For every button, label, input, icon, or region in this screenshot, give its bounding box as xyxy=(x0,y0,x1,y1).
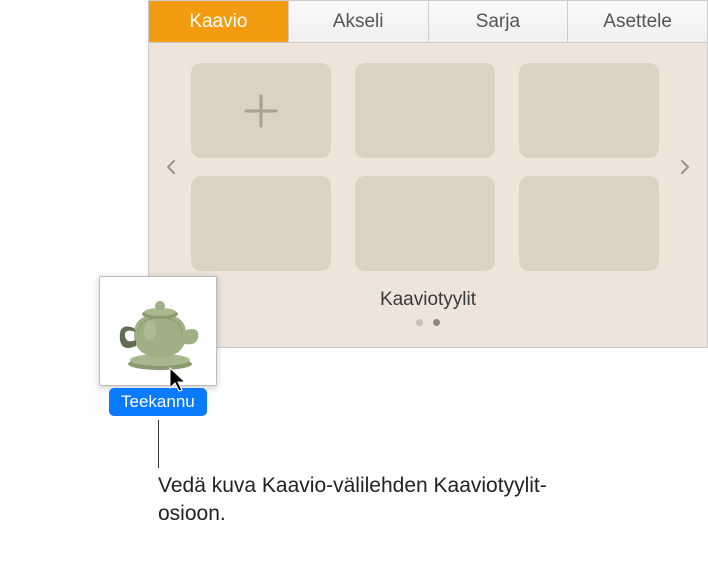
chart-styles-grid xyxy=(183,63,673,271)
tab-chart[interactable]: Kaavio xyxy=(149,1,289,42)
style-tile[interactable] xyxy=(519,176,659,271)
style-tile[interactable] xyxy=(355,176,495,271)
callout-line xyxy=(158,420,159,468)
chart-styles-label: Kaaviotyylit xyxy=(159,289,697,311)
callout-text: Vedä kuva Kaavio-välilehden Kaaviotyylit… xyxy=(158,472,578,529)
inspector-panel: Kaavio Akseli Sarja Asettele xyxy=(148,0,708,348)
drag-filename-badge: Teekannu xyxy=(109,388,207,416)
styles-prev-button[interactable] xyxy=(159,159,183,175)
styles-next-button[interactable] xyxy=(673,159,697,175)
page-indicator xyxy=(159,319,697,332)
tab-bar: Kaavio Akseli Sarja Asettele xyxy=(149,1,707,43)
chart-styles-section: Kaaviotyylit xyxy=(149,43,707,347)
style-tile[interactable] xyxy=(355,63,495,158)
page-dot-1[interactable] xyxy=(416,319,423,326)
teapot-icon xyxy=(108,286,208,376)
style-tile[interactable] xyxy=(519,63,659,158)
drag-thumbnail xyxy=(99,276,217,386)
tab-series[interactable]: Sarja xyxy=(429,1,569,42)
tab-axis[interactable]: Akseli xyxy=(289,1,429,42)
tab-arrange[interactable]: Asettele xyxy=(568,1,707,42)
plus-icon xyxy=(239,89,283,133)
drag-preview[interactable]: Teekannu xyxy=(99,276,217,386)
add-style-tile[interactable] xyxy=(191,63,331,158)
style-tile[interactable] xyxy=(191,176,331,271)
page-dot-2[interactable] xyxy=(433,319,440,326)
